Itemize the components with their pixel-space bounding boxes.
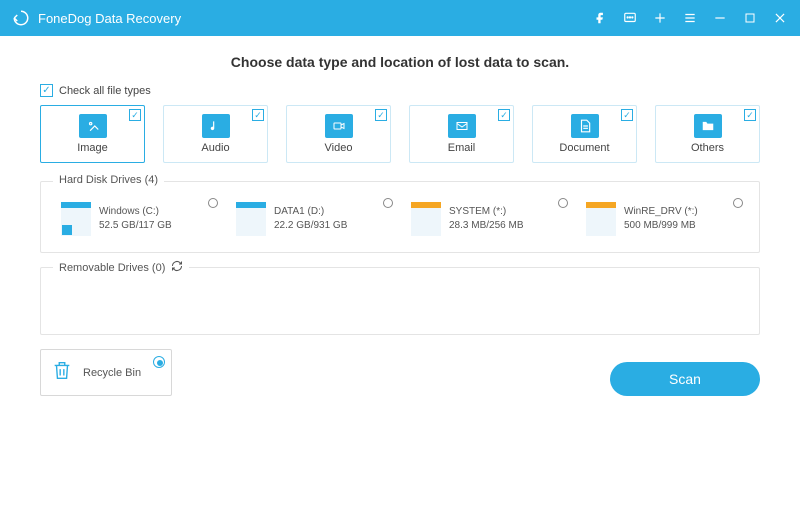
window-controls <box>592 10 788 26</box>
recycle-label: Recycle Bin <box>83 367 141 379</box>
main-content: Choose data type and location of lost da… <box>0 36 800 406</box>
drive-item[interactable]: DATA1 (D:)22.2 GB/931 GB <box>230 198 395 242</box>
type-label: Audio <box>201 142 229 154</box>
drive-list: Windows (C:)52.5 GB/117 GB DATA1 (D:)22.2… <box>55 198 745 242</box>
type-image[interactable]: ✓ Image <box>40 105 145 163</box>
drive-name: Windows (C:) <box>99 205 172 219</box>
maximize-icon[interactable] <box>742 10 758 26</box>
email-icon <box>448 114 476 138</box>
drive-item[interactable]: Windows (C:)52.5 GB/117 GB <box>55 198 220 242</box>
close-icon[interactable] <box>772 10 788 26</box>
hard-disk-section: Hard Disk Drives (4) Windows (C:)52.5 GB… <box>40 181 760 253</box>
bottom-row: Recycle Bin Scan <box>40 349 760 396</box>
plus-icon[interactable] <box>652 10 668 26</box>
checkbox-icon[interactable]: ✓ <box>744 109 756 121</box>
facebook-icon[interactable] <box>592 10 608 26</box>
type-label: Video <box>325 142 353 154</box>
drive-icon <box>61 202 91 236</box>
type-email[interactable]: ✓ Email <box>409 105 514 163</box>
type-label: Others <box>691 142 724 154</box>
checkbox-icon[interactable]: ✓ <box>252 109 264 121</box>
feedback-icon[interactable] <box>622 10 638 26</box>
checkbox-icon[interactable]: ✓ <box>375 109 387 121</box>
checkbox-icon[interactable]: ✓ <box>129 109 141 121</box>
video-icon <box>325 114 353 138</box>
image-icon <box>79 114 107 138</box>
recycle-bin-option[interactable]: Recycle Bin <box>40 349 172 396</box>
type-label: Document <box>559 142 609 154</box>
audio-icon <box>202 114 230 138</box>
titlebar: FoneDog Data Recovery <box>0 0 800 36</box>
removable-section: Removable Drives (0) <box>40 267 760 335</box>
drive-size: 28.3 MB/256 MB <box>449 219 523 233</box>
drive-text: Windows (C:)52.5 GB/117 GB <box>99 205 172 233</box>
minimize-icon[interactable] <box>712 10 728 26</box>
type-audio[interactable]: ✓ Audio <box>163 105 268 163</box>
radio-icon[interactable] <box>383 198 393 208</box>
trash-icon <box>51 358 73 387</box>
file-type-grid: ✓ Image ✓ Audio ✓ Video ✓ Email ✓ Docume… <box>40 105 760 163</box>
drive-item[interactable]: SYSTEM (*:)28.3 MB/256 MB <box>405 198 570 242</box>
radio-selected-icon[interactable] <box>153 356 165 368</box>
radio-icon[interactable] <box>558 198 568 208</box>
folder-icon <box>694 114 722 138</box>
app-logo-icon <box>12 9 30 27</box>
type-label: Image <box>77 142 108 154</box>
checkbox-icon[interactable]: ✓ <box>621 109 633 121</box>
menu-icon[interactable] <box>682 10 698 26</box>
drive-text: WinRE_DRV (*:)500 MB/999 MB <box>624 205 698 233</box>
hdd-legend: Hard Disk Drives (4) <box>53 174 164 186</box>
radio-icon[interactable] <box>208 198 218 208</box>
drive-name: SYSTEM (*:) <box>449 205 523 219</box>
drive-size: 52.5 GB/117 GB <box>99 219 172 233</box>
scan-button[interactable]: Scan <box>610 362 760 396</box>
drive-name: DATA1 (D:) <box>274 205 347 219</box>
check-all-label: Check all file types <box>59 85 151 97</box>
drive-text: SYSTEM (*:)28.3 MB/256 MB <box>449 205 523 233</box>
radio-icon[interactable] <box>733 198 743 208</box>
type-document[interactable]: ✓ Document <box>532 105 637 163</box>
check-all-checkbox[interactable]: ✓ <box>40 84 53 97</box>
drive-size: 500 MB/999 MB <box>624 219 698 233</box>
drive-item[interactable]: WinRE_DRV (*:)500 MB/999 MB <box>580 198 745 242</box>
drive-icon <box>411 202 441 236</box>
drive-text: DATA1 (D:)22.2 GB/931 GB <box>274 205 347 233</box>
check-all-row[interactable]: ✓ Check all file types <box>40 84 760 97</box>
page-headline: Choose data type and location of lost da… <box>40 54 760 70</box>
type-video[interactable]: ✓ Video <box>286 105 391 163</box>
type-label: Email <box>448 142 476 154</box>
checkbox-icon[interactable]: ✓ <box>498 109 510 121</box>
drive-icon <box>236 202 266 236</box>
removable-legend: Removable Drives (0) <box>53 260 189 275</box>
drive-name: WinRE_DRV (*:) <box>624 205 698 219</box>
app-title: FoneDog Data Recovery <box>38 11 592 26</box>
type-others[interactable]: ✓ Others <box>655 105 760 163</box>
drive-icon <box>586 202 616 236</box>
drive-size: 22.2 GB/931 GB <box>274 219 347 233</box>
refresh-icon[interactable] <box>171 260 183 275</box>
document-icon <box>571 114 599 138</box>
